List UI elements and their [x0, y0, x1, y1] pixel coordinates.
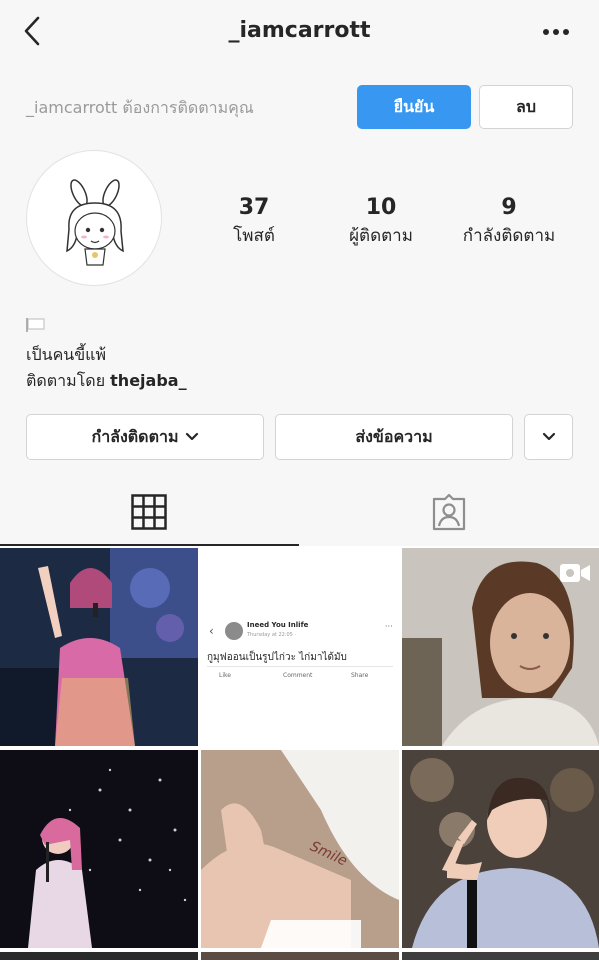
delete-button[interactable]: ลบ	[479, 85, 573, 129]
message-button[interactable]: ส่งข้อความ	[275, 414, 513, 460]
fb-avatar	[225, 622, 243, 640]
post-image-concert	[0, 548, 198, 746]
post-image-hand-smile	[201, 750, 399, 948]
avatar[interactable]	[26, 150, 162, 286]
fb-divider	[207, 666, 393, 667]
chevron-down-icon	[185, 432, 198, 441]
tab-tagged[interactable]	[299, 484, 599, 546]
white-flag-icon	[26, 318, 45, 332]
following-stat[interactable]: 9 กำลังติดตาม	[434, 195, 584, 249]
post-thumbnail-8[interactable]	[201, 952, 399, 960]
follow-request-text: _iamcarrott ต้องการติดตามคุณ	[26, 98, 254, 117]
fb-author: Ineed You Inlife	[247, 621, 309, 629]
followed-by-line: ติดตามโดย thejaba_	[26, 369, 187, 394]
video-camera-icon	[560, 564, 590, 582]
fb-post-text: กูมุฟออนเป็นรูปไก่วะ ไก่มาได้มับ	[207, 652, 347, 663]
chevron-down-icon	[542, 432, 555, 441]
fb-comment: Comment	[283, 672, 313, 679]
post-thumbnail-2[interactable]: ‹ Ineed You Inlife Thursday at 22:05 · ·…	[201, 548, 399, 746]
confirm-button[interactable]: ยืนยัน	[357, 85, 471, 129]
fb-time: Thursday at 22:05 ·	[247, 632, 297, 638]
more-options-icon[interactable]	[541, 22, 571, 42]
following-count: 9	[501, 195, 517, 220]
fb-back-chevron-icon: ‹	[209, 624, 214, 638]
fb-like: Like	[219, 672, 231, 679]
profile-username-title: _iamcarrott	[228, 18, 371, 43]
top-bar: _iamcarrott	[0, 0, 599, 66]
post-thumbnail-1[interactable]	[0, 548, 198, 746]
post-image-hoodie-peace	[402, 750, 599, 948]
suggestions-dropdown-button[interactable]	[524, 414, 573, 460]
posts-grid: ‹ Ineed You Inlife Thursday at 22:05 · ·…	[0, 546, 599, 960]
post-image-stage-pink-hair	[0, 750, 198, 948]
fb-more-icon: ···	[385, 622, 393, 631]
post-thumbnail-5[interactable]: Smile	[201, 750, 399, 948]
following-dropdown-button[interactable]: กำลังติดตาม	[26, 414, 264, 460]
bunny-girl-avatar-drawing	[66, 179, 124, 266]
post-thumbnail-9[interactable]	[402, 952, 599, 960]
fb-share: Share	[351, 672, 369, 679]
following-label: กำลังติดตาม	[462, 226, 556, 246]
post-thumbnail-6[interactable]	[402, 750, 599, 948]
profile-tabs	[0, 484, 599, 546]
tagged-person-icon	[432, 493, 466, 531]
followed-by-username[interactable]: thejaba_	[110, 371, 186, 390]
following-button-label: กำลังติดตาม	[91, 426, 179, 446]
grid-icon	[131, 494, 167, 530]
post-thumbnail-7[interactable]	[0, 952, 198, 960]
post-thumbnail-3[interactable]	[402, 548, 599, 746]
post-thumbnail-4[interactable]	[0, 750, 198, 948]
tab-posts-grid[interactable]	[0, 484, 299, 546]
bio-text: เป็นคนขี้แพ้	[26, 345, 106, 364]
followed-by-prefix: ติดตามโดย	[26, 371, 106, 390]
